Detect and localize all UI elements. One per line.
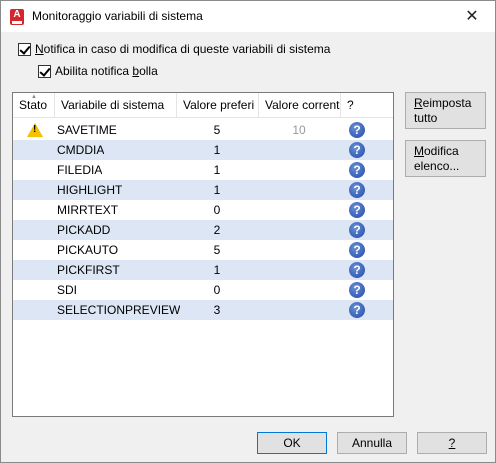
variable-name: SAVETIME — [57, 123, 117, 137]
preferred-value[interactable]: 5 — [177, 240, 257, 260]
help-icon[interactable]: ? — [349, 222, 365, 238]
table-row[interactable]: PICKADD 2? — [13, 220, 393, 240]
preferred-value[interactable]: 0 — [177, 200, 257, 220]
system-variable-monitor-dialog: A Monitoraggio variabili di sistema ✕ No… — [0, 0, 496, 463]
preferred-value[interactable]: 3 — [177, 300, 257, 320]
variable-name: MIRRTEXT — [57, 203, 119, 217]
table-row[interactable]: ! SAVETIME 5 10? — [13, 120, 393, 140]
ok-button[interactable]: OK — [257, 432, 327, 454]
table-row[interactable]: PICKFIRST 1? — [13, 260, 393, 280]
window-title: Monitoraggio variabili di sistema — [32, 9, 203, 23]
column-header-current[interactable]: Valore corrent — [259, 93, 341, 118]
notify-on-change-checkbox[interactable] — [18, 42, 31, 56]
table-row[interactable]: SDI 0? — [13, 280, 393, 300]
enable-bubble-option[interactable]: Abilita notifica bolla — [38, 64, 158, 78]
preferred-value[interactable]: 1 — [177, 160, 257, 180]
current-value — [259, 260, 339, 280]
variable-name: SELECTIONPREVIEW — [57, 303, 181, 317]
column-header-status[interactable]: ▲ Stato — [13, 93, 55, 118]
reset-all-button[interactable]: Reimposta tutto — [405, 92, 486, 129]
help-icon[interactable]: ? — [349, 262, 365, 278]
current-value: 10 — [292, 123, 306, 137]
help-icon[interactable]: ? — [349, 122, 365, 138]
current-value — [259, 180, 339, 200]
table-row[interactable]: SELECTIONPREVIEW 3? — [13, 300, 393, 320]
help-icon[interactable]: ? — [349, 282, 365, 298]
help-icon[interactable]: ? — [349, 162, 365, 178]
table-row[interactable]: CMDDIA 1? — [13, 140, 393, 160]
current-value — [259, 140, 339, 160]
sort-ascending-icon: ▲ — [31, 94, 37, 100]
column-header-preferred[interactable]: Valore preferi — [177, 93, 259, 118]
system-variables-list[interactable]: ▲ Stato Variabile di sistema Valore pref… — [12, 92, 394, 417]
variable-name: FILEDIA — [57, 163, 103, 177]
variable-name: PICKFIRST — [57, 263, 120, 277]
preferred-value[interactable]: 1 — [177, 140, 257, 160]
preferred-value[interactable]: 1 — [177, 180, 257, 200]
variable-name: SDI — [57, 283, 78, 297]
help-cell: ? — [341, 280, 391, 300]
help-cell: ? — [341, 260, 391, 280]
help-icon[interactable]: ? — [349, 142, 365, 158]
help-cell: ? — [341, 300, 391, 320]
help-icon[interactable]: ? — [349, 202, 365, 218]
list-header: ▲ Stato Variabile di sistema Valore pref… — [13, 93, 393, 118]
enable-bubble-label: Abilita notifica bolla — [55, 64, 158, 78]
variable-name: HIGHLIGHT — [57, 183, 123, 197]
table-row[interactable]: HIGHLIGHT 1? — [13, 180, 393, 200]
help-icon[interactable]: ? — [349, 242, 365, 258]
autocad-app-icon: A — [10, 9, 24, 25]
table-row[interactable]: MIRRTEXT 0? — [13, 200, 393, 220]
preferred-value[interactable]: 2 — [177, 220, 257, 240]
title-bar: A Monitoraggio variabili di sistema ✕ — [1, 1, 495, 32]
column-header-help[interactable]: ? — [341, 93, 393, 118]
current-value — [259, 280, 339, 300]
help-cell: ? — [341, 200, 391, 220]
warning-mark: ! — [33, 124, 37, 135]
current-value — [259, 200, 339, 220]
cancel-button[interactable]: Annulla — [337, 432, 407, 454]
preferred-value[interactable]: 5 — [177, 120, 257, 140]
help-cell: ? — [341, 120, 391, 140]
notify-on-change-label: Notifica in caso di modifica di queste v… — [35, 42, 331, 56]
preferred-value[interactable]: 0 — [177, 280, 257, 300]
variable-name: CMDDIA — [57, 143, 105, 157]
help-icon[interactable]: ? — [349, 302, 365, 318]
help-cell: ? — [341, 160, 391, 180]
table-row[interactable]: PICKAUTO 5? — [13, 240, 393, 260]
current-value — [259, 160, 339, 180]
help-cell: ? — [341, 240, 391, 260]
variable-name: PICKAUTO — [57, 243, 119, 257]
current-value — [259, 220, 339, 240]
help-cell: ? — [341, 140, 391, 160]
close-button[interactable]: ✕ — [449, 1, 495, 32]
preferred-value[interactable]: 1 — [177, 260, 257, 280]
help-icon[interactable]: ? — [349, 182, 365, 198]
enable-bubble-checkbox[interactable] — [38, 64, 51, 78]
column-header-variable[interactable]: Variabile di sistema — [55, 93, 177, 118]
current-value — [259, 300, 339, 320]
help-cell: ? — [341, 180, 391, 200]
current-value — [259, 240, 339, 260]
table-row[interactable]: FILEDIA 1? — [13, 160, 393, 180]
notify-on-change-option[interactable]: Notifica in caso di modifica di queste v… — [18, 42, 330, 56]
help-button[interactable]: ? — [417, 432, 487, 454]
modify-list-button[interactable]: Modifica elenco... — [405, 140, 486, 177]
variable-name: PICKADD — [57, 223, 111, 237]
help-cell: ? — [341, 220, 391, 240]
